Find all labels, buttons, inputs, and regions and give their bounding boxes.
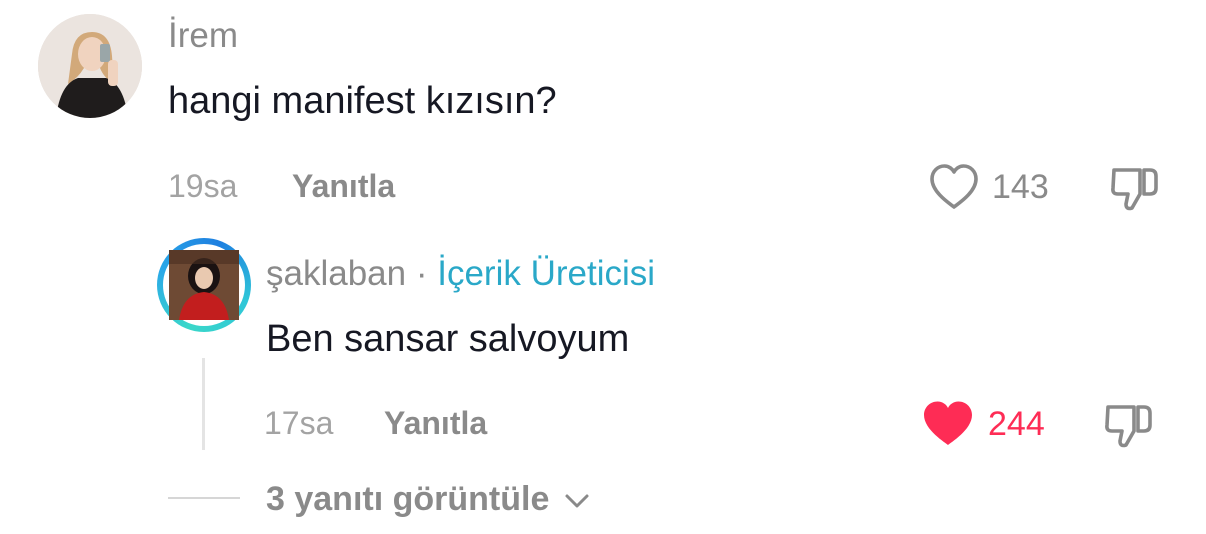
view-replies-label: 3 yanıtı görüntüle (266, 480, 550, 518)
avatar-saklaban (169, 250, 239, 320)
thumbs-down-icon[interactable] (1108, 164, 1160, 214)
thread-line (202, 358, 205, 450)
comment-text: hangi manifest kızısın? (168, 80, 557, 122)
thumbs-down-icon[interactable] (1102, 401, 1154, 451)
reply-text: Ben sansar salvoyum (266, 318, 630, 360)
reply-separator: · (415, 254, 428, 293)
reply-header: şaklaban · İçerik Üreticisi (266, 254, 655, 294)
reply-like-count: 244 (988, 405, 1045, 443)
reply-timestamp: 17sa (264, 405, 334, 441)
chevron-down-icon (565, 494, 589, 508)
view-replies-divider (168, 497, 240, 499)
avatar-story-ring[interactable] (157, 238, 251, 332)
comment-reply-button[interactable]: Yanıtla (292, 168, 395, 205)
comment-timestamp: 19sa (168, 168, 238, 204)
comment-username[interactable]: İrem (168, 16, 238, 56)
avatar-irem[interactable] (38, 14, 142, 118)
comment-like-count: 143 (992, 168, 1049, 206)
heart-icon[interactable] (928, 163, 980, 211)
avatar-ring-gap (163, 244, 245, 326)
view-replies-button[interactable]: 3 yanıtı görüntüle (266, 480, 591, 519)
avatar-image (38, 14, 142, 118)
heart-filled-icon[interactable] (922, 400, 974, 448)
creator-badge: İçerik Üreticisi (437, 254, 656, 293)
reply-username[interactable]: şaklaban (266, 254, 406, 293)
avatar-image (169, 250, 239, 320)
reply-reply-button[interactable]: Yanıtla (384, 405, 487, 442)
